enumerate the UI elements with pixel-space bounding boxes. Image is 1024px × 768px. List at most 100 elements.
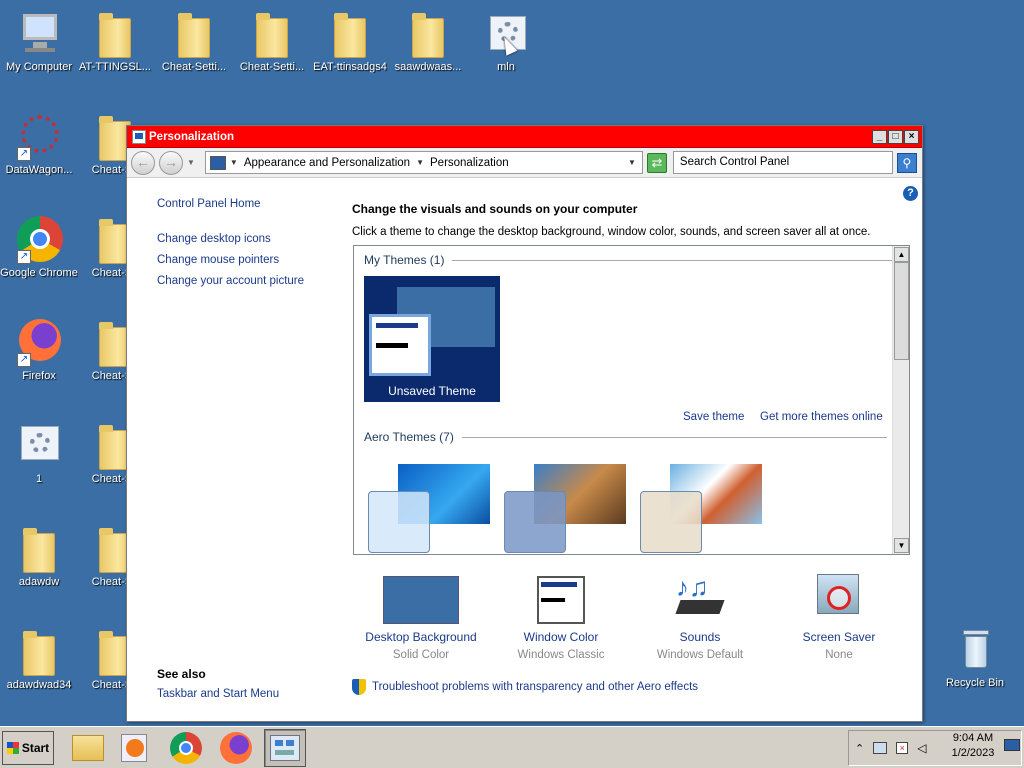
minimize-button[interactable]: _ xyxy=(872,129,887,144)
desktop-icon-label: DataWagon... xyxy=(5,164,73,176)
aero-theme-architecture[interactable] xyxy=(504,461,626,553)
forward-button[interactable]: → xyxy=(159,150,183,175)
screen-saver-label: Screen Saver xyxy=(802,630,876,644)
window-color-button[interactable]: Window Color Windows Classic xyxy=(491,570,631,661)
shortcut-arrow-icon: ↗ xyxy=(17,353,31,367)
search-input[interactable]: Search Control Panel xyxy=(672,151,893,174)
change-mouse-pointers-link[interactable]: Change mouse pointers xyxy=(157,254,279,266)
page-description: Click a theme to change the desktop back… xyxy=(352,226,871,238)
folder-icon xyxy=(23,528,55,573)
taskbar-media-player-button[interactable] xyxy=(113,729,155,767)
desktop-icon-label: Firefox xyxy=(22,370,56,382)
shortcut-arrow-icon: ↗ xyxy=(17,250,31,264)
get-more-themes-link[interactable]: Get more themes online xyxy=(760,411,883,423)
sounds-button[interactable]: ♪♫ Sounds Windows Default xyxy=(630,570,770,661)
search-icon[interactable]: ⚲ xyxy=(896,152,917,173)
desktop-icon-label: adawdwad34 xyxy=(6,679,72,691)
change-desktop-icons-link[interactable]: Change desktop icons xyxy=(157,233,271,245)
desktop-icon-folder[interactable]: adawdw xyxy=(0,525,78,588)
folder-icon xyxy=(412,13,444,58)
page-title: Change the visuals and sounds on your co… xyxy=(352,202,638,216)
start-button[interactable]: Start xyxy=(2,731,54,765)
personalization-window: Personalization _ □ × ← → ▼ ▼ Appearance… xyxy=(126,125,923,722)
desktop-background-icon xyxy=(351,570,491,624)
change-account-picture-link[interactable]: Change your account picture xyxy=(157,275,304,287)
taskbar-explorer-button[interactable] xyxy=(67,729,109,767)
save-theme-link[interactable]: Save theme xyxy=(683,411,744,423)
help-icon[interactable]: ? xyxy=(903,186,918,201)
desktop-icon-folder[interactable]: AT-TTINGSL... xyxy=(76,10,154,73)
taskbar-start-menu-link[interactable]: Taskbar and Start Menu xyxy=(157,688,279,700)
desktop-icon-label: saawdwaas... xyxy=(394,61,462,73)
sounds-label: Sounds xyxy=(679,630,721,644)
clock-date: 1/2/2023 xyxy=(951,747,995,759)
back-button[interactable]: ← xyxy=(131,150,155,175)
taskbar-control-panel-button[interactable] xyxy=(264,729,306,767)
firefox-icon: ↗ xyxy=(15,319,63,367)
desktop-icon-label: Cheat-Setti... xyxy=(161,61,227,73)
window-titlebar[interactable]: Personalization _ □ × xyxy=(127,126,922,148)
aero-theme-windows7[interactable] xyxy=(368,461,490,553)
recent-pages-dropdown-icon[interactable]: ▼ xyxy=(187,158,195,167)
aero-themes-group: Aero Themes (7) xyxy=(364,430,887,444)
desktop-icon-label: Recycle Bin xyxy=(945,677,1005,689)
volume-icon[interactable]: ◁ xyxy=(917,741,926,755)
desktop-icon-label: AT-TTINGSL... xyxy=(79,61,151,73)
desktop-icon-folder[interactable]: saawdwaas... xyxy=(389,10,467,73)
clock-time: 9:04 AM xyxy=(952,732,994,744)
unsaved-theme-label: Unsaved Theme xyxy=(388,384,476,398)
desktop-icon-folder[interactable]: Cheat-Setti... xyxy=(233,10,311,73)
desktop-icon-firefox[interactable]: ↗ Firefox xyxy=(0,319,78,382)
datawagon-icon: ↗ xyxy=(15,113,63,161)
folder-icon xyxy=(178,13,210,58)
taskbar-firefox-button[interactable] xyxy=(215,729,257,767)
theme-list: My Themes (1) Unsaved Theme Save theme G… xyxy=(353,245,910,555)
recycle-bin-icon xyxy=(951,626,999,674)
show-hidden-icons-icon[interactable]: ⌃ xyxy=(855,742,864,755)
my-themes-group: My Themes (1) xyxy=(364,253,893,267)
unsaved-theme-tile[interactable]: Unsaved Theme xyxy=(364,276,500,402)
desktop-icon-folder[interactable]: Cheat-Setti... xyxy=(155,10,233,73)
aero-theme-characters[interactable] xyxy=(640,461,762,553)
computer-icon xyxy=(15,10,63,58)
breadcrumb-separator-icon[interactable]: ▼ xyxy=(230,158,238,167)
scroll-down-arrow-icon[interactable]: ▼ xyxy=(894,538,909,553)
control-panel-icon xyxy=(209,155,226,170)
window-color-icon xyxy=(491,570,631,624)
desktop-background-button[interactable]: Desktop Background Solid Color xyxy=(351,570,491,661)
desktop-icon-label: 1 xyxy=(35,473,43,485)
desktop-icon-folder[interactable]: adawdwad34 xyxy=(0,628,78,691)
theme-list-scrollbar[interactable]: ▲ ▼ xyxy=(892,246,909,554)
screen-saver-button[interactable]: Screen Saver None xyxy=(769,570,909,661)
desktop-icon-recycle-bin[interactable]: Recycle Bin xyxy=(936,626,1014,689)
address-dropdown-icon[interactable]: ▼ xyxy=(628,158,636,167)
clock[interactable]: 9:04 AM 1/2/2023 xyxy=(946,731,1000,761)
scroll-thumb[interactable] xyxy=(894,262,909,360)
taskbar-chrome-button[interactable] xyxy=(165,729,207,767)
breadcrumb-personalization[interactable]: Personalization xyxy=(430,157,509,169)
desktop-icon-1[interactable]: 1 xyxy=(0,422,78,485)
maximize-button[interactable]: □ xyxy=(888,129,903,144)
breadcrumb-separator-icon[interactable]: ▼ xyxy=(416,158,424,167)
action-center-flag-icon[interactable]: × xyxy=(896,742,909,754)
troubleshoot-link[interactable]: Troubleshoot problems with transparency … xyxy=(352,679,698,695)
desktop-icon-folder[interactable]: EAT-ttinsadgs4 xyxy=(311,10,389,73)
close-button[interactable]: × xyxy=(904,129,919,144)
desktop-icon-google-chrome[interactable]: ↗ Google Chrome xyxy=(0,216,78,279)
network-icon[interactable] xyxy=(873,742,888,754)
control-panel-home-link[interactable]: Control Panel Home xyxy=(157,198,261,210)
address-bar[interactable]: ▼ Appearance and Personalization ▼ Perso… xyxy=(204,151,643,174)
settings-icon xyxy=(15,422,63,470)
breadcrumb-appearance[interactable]: Appearance and Personalization xyxy=(244,157,410,169)
window-color-value: Windows Classic xyxy=(517,649,605,661)
shortcut-arrow-icon: ↗ xyxy=(17,147,31,161)
folder-icon xyxy=(23,631,55,676)
show-desktop-icon[interactable] xyxy=(1004,739,1020,751)
scroll-up-arrow-icon[interactable]: ▲ xyxy=(894,247,909,262)
desktop-icon-datawagon[interactable]: ↗ DataWagon... xyxy=(0,113,78,176)
troubleshoot-label: Troubleshoot problems with transparency … xyxy=(372,681,699,693)
refresh-button[interactable]: ⇄ xyxy=(646,152,667,173)
desktop-icon-my-computer[interactable]: My Computer xyxy=(0,10,78,73)
desktop-icon-label: EAT-ttinsadgs4 xyxy=(313,61,387,73)
chrome-icon: ↗ xyxy=(15,216,63,264)
